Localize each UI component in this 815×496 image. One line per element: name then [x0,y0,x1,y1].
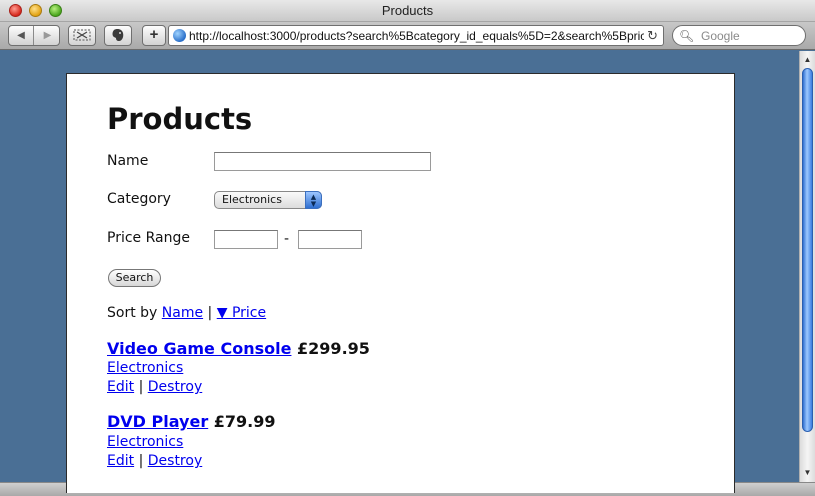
address-bar[interactable]: http://localhost:3000/products?search%5B… [168,25,664,46]
product-category-row: Electronics [107,360,183,376]
scroll-thumb[interactable] [802,68,813,432]
sort-descending-icon: ▼ [216,305,228,321]
name-label: Name [107,153,149,169]
magnifier-icon: 🔍︎ [679,29,695,43]
product-category-link[interactable]: Electronics [107,360,183,376]
browser-toolbar: ◀ ▶ + http://localhost:3000/products?sea… [0,22,815,50]
sort-prefix: Sort by [107,305,158,321]
sort-price-label: Price [231,305,267,321]
destroy-product-link[interactable]: Destroy [148,379,202,395]
snapshot-button[interactable] [68,25,96,46]
name-input[interactable] [214,152,431,171]
product-actions: Edit | Destroy [107,453,202,469]
price-max-input[interactable] [298,230,362,249]
action-separator: | [138,379,144,395]
product-category-link[interactable]: Electronics [107,434,183,450]
edit-product-link[interactable]: Edit [107,379,134,395]
product-actions: Edit | Destroy [107,379,202,395]
destroy-product-link[interactable]: Destroy [148,453,202,469]
product-price: £299.95 [297,339,370,358]
product-category-row: Electronics [107,434,183,450]
product-name-link[interactable]: DVD Player [107,412,208,431]
product-heading: Video Game Console £299.95 [107,339,370,358]
select-arrows-icon: ▲ ▼ [305,191,322,209]
web-search-placeholder: Google [701,29,740,43]
product-price: £79.99 [213,412,276,431]
window-title: Products [381,3,434,18]
reload-icon[interactable]: ↻ [647,26,658,45]
product-heading: DVD Player £79.99 [107,412,276,431]
sort-controls: Sort by Name | ▼ Price [107,305,266,321]
title-bar: Products [0,0,815,22]
price-min-input[interactable] [214,230,278,249]
url-text[interactable]: http://localhost:3000/products?search%5B… [189,28,644,44]
category-selected-value: Electronics [222,193,282,206]
evernote-button[interactable] [104,25,132,46]
sort-separator: | [207,305,213,321]
action-separator: | [138,453,144,469]
sort-by-name-link[interactable]: Name [162,305,203,321]
vertical-scrollbar[interactable]: ▲ ▼ [799,51,815,482]
product-name-link[interactable]: Video Game Console [107,339,291,358]
page-content: Products Name Category Electronics ▲ ▼ Pr… [66,73,735,493]
web-search-field[interactable]: 🔍︎ Google [672,25,806,46]
category-select[interactable]: Electronics ▲ ▼ [214,191,322,209]
forward-button[interactable]: ▶ [35,26,60,45]
sort-by-price-link[interactable]: ▼ Price [217,305,266,321]
scroll-down-icon[interactable]: ▼ [800,466,815,480]
edit-product-link[interactable]: Edit [107,453,134,469]
price-range-label: Price Range [107,230,190,246]
back-arrow-icon: ◀ [17,30,25,41]
page-title: Products [107,102,253,136]
navigation-buttons: ◀ ▶ [8,25,60,46]
forward-arrow-icon: ▶ [43,30,52,41]
add-bookmark-button[interactable]: + [142,25,166,46]
search-submit-button[interactable]: Search [108,269,161,287]
scroll-up-icon[interactable]: ▲ [800,53,815,67]
scissors-icon [73,29,91,41]
elephant-icon [112,29,124,41]
globe-icon [173,29,186,42]
price-separator: - [284,231,290,247]
category-label: Category [107,191,171,207]
back-button[interactable]: ◀ [9,26,34,45]
